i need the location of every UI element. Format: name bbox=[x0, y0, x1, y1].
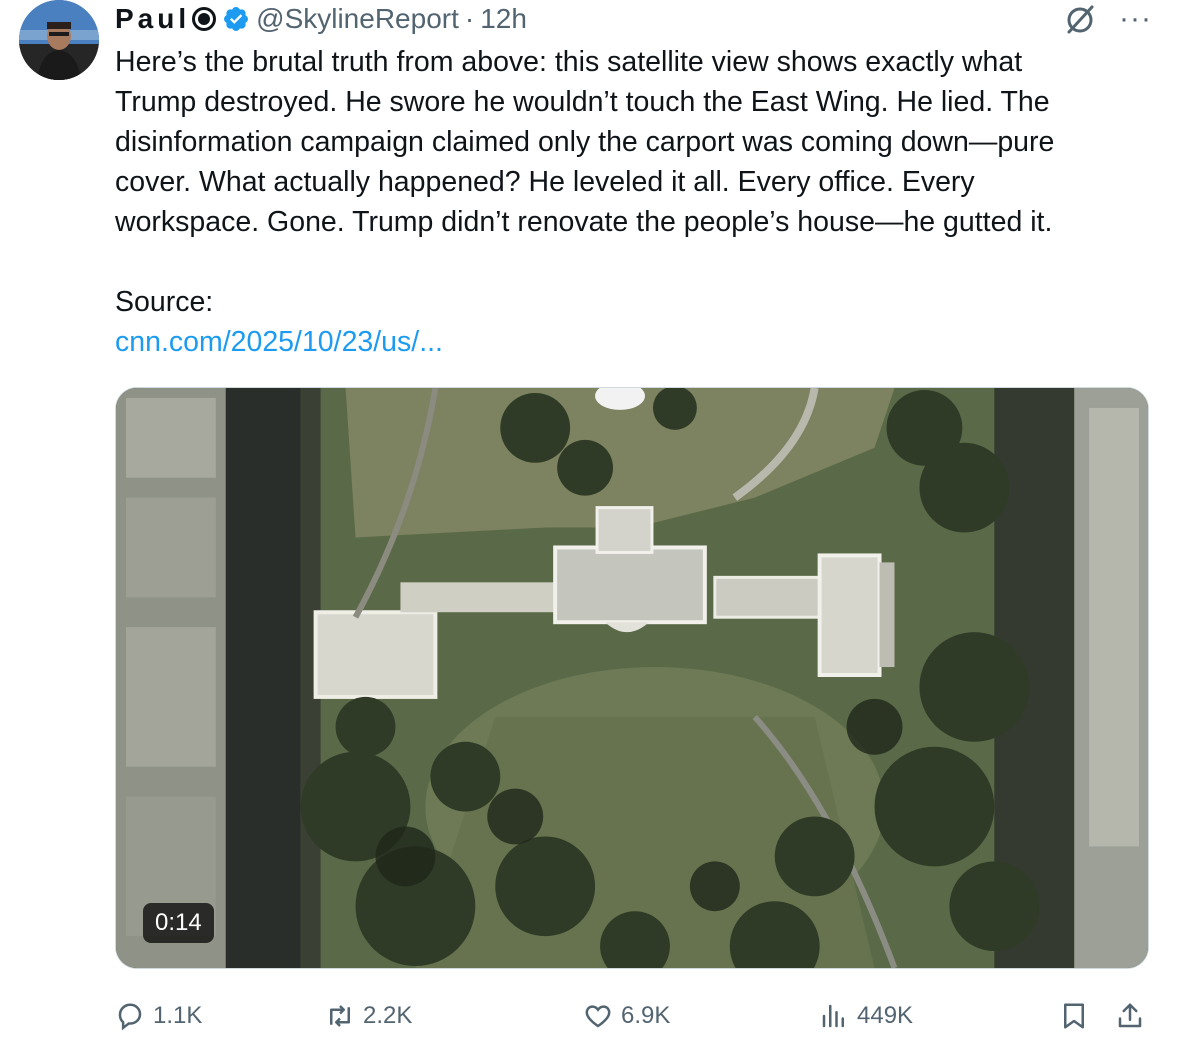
action-bar: 1.1K 2.2K 6.9K 449K bbox=[115, 994, 1155, 1038]
separator: · bbox=[464, 3, 475, 34]
avatar[interactable] bbox=[19, 0, 99, 80]
affiliation-circle-icon bbox=[192, 7, 217, 31]
source-label: Source: bbox=[115, 286, 214, 318]
views-count: 449K bbox=[857, 1002, 914, 1029]
author-name[interactable]: Paul bbox=[115, 3, 190, 35]
source-link[interactable]: cnn.com/2025/10/23/us/... bbox=[115, 322, 443, 362]
reply-icon bbox=[115, 1001, 145, 1031]
tweet-text: Here’s the brutal truth from above: this… bbox=[115, 46, 1055, 238]
reply-button[interactable]: 1.1K bbox=[115, 994, 202, 1038]
author-handle[interactable]: @SkylineReport bbox=[256, 3, 459, 35]
verified-badge-icon[interactable] bbox=[222, 5, 250, 33]
views-button[interactable]: 449K bbox=[819, 994, 913, 1038]
video-duration: 0:14 bbox=[143, 903, 214, 943]
header-actions: ··· bbox=[1063, 2, 1152, 36]
timestamp[interactable]: 12h bbox=[480, 3, 527, 35]
video-player[interactable] bbox=[115, 387, 1149, 969]
repost-button[interactable]: 2.2K bbox=[325, 994, 412, 1038]
bookmark-button[interactable] bbox=[1059, 994, 1089, 1038]
bookmark-icon bbox=[1059, 1001, 1089, 1031]
repost-icon bbox=[325, 1001, 355, 1031]
repost-count: 2.2K bbox=[363, 1002, 413, 1029]
share-icon bbox=[1115, 1001, 1145, 1031]
share-button[interactable] bbox=[1115, 994, 1145, 1038]
tweet-header: Paul @SkylineReport · 12h bbox=[115, 0, 527, 38]
views-icon bbox=[819, 1001, 849, 1031]
reply-count: 1.1K bbox=[153, 1002, 203, 1029]
like-button[interactable]: 6.9K bbox=[583, 994, 670, 1038]
more-icon[interactable]: ··· bbox=[1119, 4, 1152, 34]
satellite-video-frame bbox=[116, 388, 1148, 968]
like-icon bbox=[583, 1001, 613, 1031]
grok-slash-icon[interactable] bbox=[1063, 2, 1097, 36]
avatar-image bbox=[19, 0, 99, 80]
like-count: 6.9K bbox=[621, 1002, 671, 1029]
